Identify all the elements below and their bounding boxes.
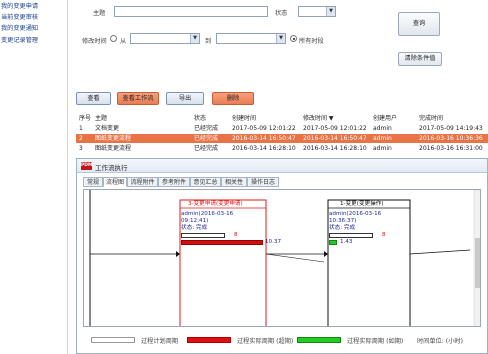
flow-connector <box>409 249 471 255</box>
tab-relevance[interactable]: 相关性 <box>221 177 247 187</box>
node2-line1: admin(2016-03-16 <box>329 211 382 217</box>
tab-flow-attachments[interactable]: 流程附件 <box>127 177 158 187</box>
column-header-creator[interactable]: 创建用户 <box>373 114 397 123</box>
cell-created: 2016-03-14 16:28:10 <box>232 145 296 152</box>
cell-subject: 图纸变更流程 <box>95 135 132 142</box>
column-header-modified[interactable]: 修改时间 ▼ <box>303 114 334 123</box>
legend-planned-label: 过程计划周期 <box>141 338 179 345</box>
cell-status: 已经完成 <box>194 145 219 152</box>
legend-planned-swatch <box>91 337 135 343</box>
from-radio[interactable] <box>110 35 117 42</box>
export-button[interactable]: 导出 <box>166 92 204 105</box>
cell-status: 已经完成 <box>194 125 219 132</box>
table-row[interactable]: 3 图纸变更流程 已经完成 2016-03-14 16:28:10 2016-0… <box>76 144 488 153</box>
sidebar-item-my-notices[interactable]: 我的变更通知 <box>0 24 68 34</box>
chevron-down-icon: ▼ <box>276 34 285 43</box>
node2-status: 状态: 完成 <box>329 225 356 231</box>
node2-planned-value: 8 <box>382 232 386 238</box>
legend-over-swatch <box>187 337 231 343</box>
to-label: 到 <box>205 38 212 45</box>
from-label: 从 <box>120 38 127 45</box>
tab-opinion-summary[interactable]: 意见汇总 <box>190 177 221 187</box>
node1-line1: admin(2016-03-16 <box>181 211 234 217</box>
cell-completed: 2016-03-16 16:31:00 <box>419 145 483 152</box>
node2-actual-value: 1.43 <box>340 239 353 245</box>
table-header: 序号 主题 状态 创建时间 修改时间 ▼ 创建用户 完成时间 <box>76 114 488 123</box>
legend-unit-label: 时间单位: (小时) <box>417 338 464 345</box>
cell-index: 1 <box>79 125 83 132</box>
cell-creator: admin <box>373 145 392 152</box>
node2-planned-bar <box>329 233 373 238</box>
view-workflow-button[interactable]: 查看工作流 <box>117 92 159 105</box>
cell-completed: 2016-03-16 10:36:36 <box>419 135 483 142</box>
cell-modified: 2016-03-14 16:50:47 <box>303 135 367 142</box>
node2-line2: 10:36:37) <box>329 218 357 224</box>
tab-general[interactable]: 常规 <box>83 177 103 187</box>
tab-operation-log[interactable]: 操作日志 <box>247 177 279 187</box>
cell-index: 3 <box>79 145 83 152</box>
column-header-created[interactable]: 创建时间 <box>232 114 256 123</box>
tab-reference-attachments[interactable]: 参考附件 <box>158 177 190 187</box>
chevron-down-icon: ▼ <box>326 7 335 16</box>
cell-subject: 图纸变更流程 <box>95 145 132 152</box>
status-select[interactable]: ▼ <box>298 6 336 17</box>
cell-modified: 2016-03-14 16:28:10 <box>303 145 367 152</box>
chevron-down-icon: ▼ <box>190 34 199 43</box>
panel-titlebar: PDM 工作流执行 <box>77 159 487 173</box>
to-date-select[interactable]: ▼ <box>216 33 286 44</box>
node1-actual-value: 10.37 <box>265 239 282 245</box>
sidebar-item-record-management[interactable]: 变更记录管理 <box>0 36 68 46</box>
node1-line2: 09:12:41) <box>181 218 209 224</box>
cell-created: 2016-03-14 16:50:47 <box>232 135 296 142</box>
panel-title: 工作流执行 <box>95 164 128 172</box>
workflow-panel: PDM 工作流执行 常规 流程图 流程附件 参考附件 意见汇总 相关性 操作日志 <box>76 158 488 354</box>
column-header-status[interactable]: 状态 <box>194 114 206 123</box>
pdm-logo-icon: PDM <box>81 162 93 170</box>
tab-flowchart[interactable]: 流程图 <box>103 177 127 187</box>
node1-planned-value: 8 <box>234 232 238 238</box>
cell-subject: 文档变更 <box>95 125 120 132</box>
flowchart-lines <box>89 190 480 326</box>
subject-label: 主题 <box>93 10 106 17</box>
sidebar-item-current-review[interactable]: 当前变更审核 <box>0 13 68 23</box>
cell-completed: 2017-05-09 14:19:43 <box>419 125 483 132</box>
flowchart-canvas: 3-变更申请(变更申请) admin(2016-03-16 09:12:41) … <box>83 189 481 327</box>
from-date-select[interactable]: ▼ <box>130 33 200 44</box>
node1-planned-bar <box>181 233 225 238</box>
column-header-index[interactable]: 序号 <box>79 114 91 123</box>
all-time-radio[interactable] <box>290 35 297 42</box>
arrow-icon <box>324 251 328 257</box>
cell-created: 2017-05-09 12:01:22 <box>232 125 296 132</box>
query-button[interactable]: 查询 <box>398 12 440 36</box>
delete-button[interactable]: 删除 <box>212 92 254 105</box>
table-row-selected[interactable]: 2 图纸变更流程 已经完成 2016-03-14 16:50:47 2016-0… <box>76 134 488 143</box>
cell-index: 2 <box>79 135 83 142</box>
subject-input[interactable] <box>114 6 268 17</box>
node2-title[interactable]: 1-变更(变更操作) <box>340 201 384 208</box>
table-row[interactable]: 1 文档变更 已经完成 2017-05-09 12:01:22 2017-05-… <box>76 124 488 133</box>
column-header-completed[interactable]: 完成时间 <box>419 114 443 123</box>
legend-over-label: 过程实际周期 (超期) <box>237 338 294 345</box>
cell-status: 已经完成 <box>194 135 219 142</box>
node1-status: 状态: 完成 <box>181 225 208 231</box>
all-time-label: 所有时段 <box>299 38 324 45</box>
node1-title[interactable]: 3-变更申请(变更申请) <box>188 201 243 208</box>
legend: 过程计划周期 过程实际周期 (超期) 过程实际周期 (如期) 时间单位: (小时… <box>77 329 487 353</box>
column-header-subject[interactable]: 主题 <box>95 114 107 123</box>
modified-time-label: 修改时间 <box>82 38 107 45</box>
sidebar-item-my-requests[interactable]: 我的变更申请 <box>0 2 68 12</box>
view-button[interactable]: 查看 <box>76 92 111 105</box>
legend-ok-label: 过程实际周期 (如期) <box>347 338 404 345</box>
node2-actual-bar <box>329 240 337 245</box>
arrow-icon <box>176 251 180 257</box>
node1-actual-bar <box>181 240 263 245</box>
cell-creator: admin <box>373 125 392 132</box>
sidebar: 我的变更申请 当前变更审核 我的变更通知 变更记录管理 <box>0 0 68 354</box>
clear-conditions-button[interactable]: 清除条件值 <box>398 52 442 66</box>
legend-ok-swatch <box>297 337 341 343</box>
cell-creator: admin <box>373 135 392 142</box>
cell-modified: 2017-05-09 12:01:22 <box>303 125 367 132</box>
status-label: 状态 <box>275 10 288 17</box>
